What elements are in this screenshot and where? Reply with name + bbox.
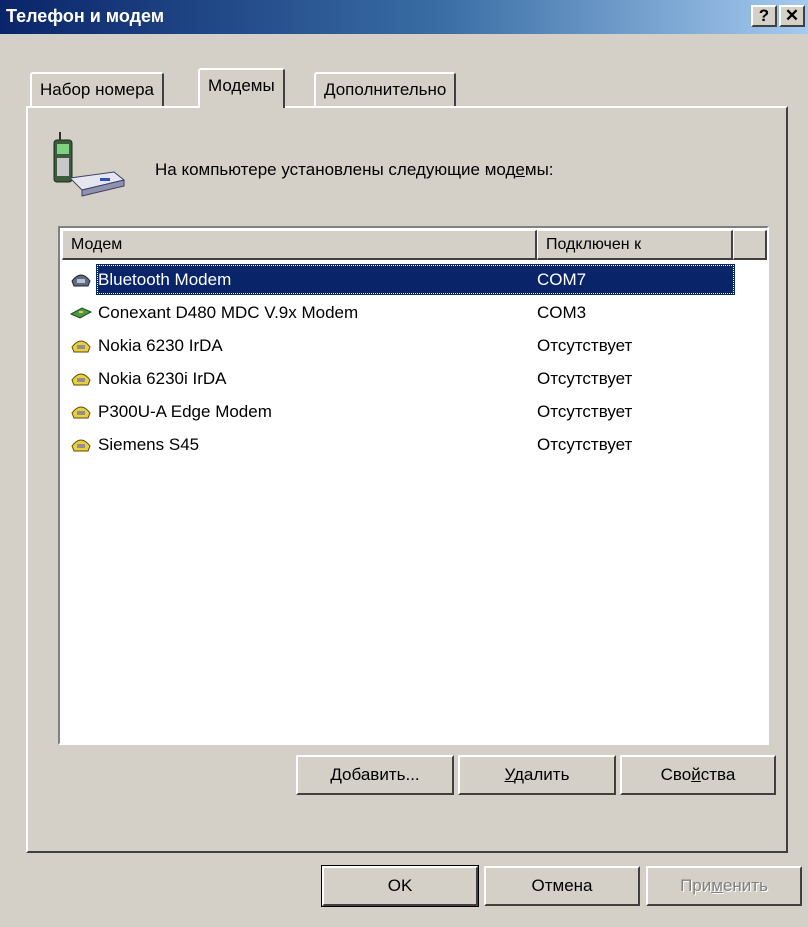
window-title: Телефон и модем	[6, 6, 165, 26]
help-button[interactable]: ?	[751, 5, 777, 27]
modem-port: Отсутствует	[537, 402, 633, 421]
modem-list[interactable]: Модем Подключен к Bluetooth Modem COM7 C…	[58, 226, 769, 745]
modems-heading: На компьютере установлены следующие моде…	[155, 160, 554, 179]
column-header-port[interactable]: Подключен к	[537, 230, 733, 260]
modem-name: P300U-A Edge Modem	[98, 402, 272, 421]
modem-phone-icon	[71, 340, 91, 353]
tab-advanced[interactable]: Дополнительно	[314, 72, 457, 106]
cancel-button[interactable]: Отмена	[484, 866, 640, 906]
apply-button[interactable]: Применить	[646, 866, 802, 906]
tab-label: Набор номера	[40, 80, 154, 99]
tab-dialing[interactable]: Набор номера	[30, 72, 164, 106]
modem-phone-icon	[71, 406, 91, 419]
table-row[interactable]: Bluetooth Modem COM7	[60, 264, 767, 297]
modem-phone-icon	[71, 274, 91, 287]
remove-button[interactable]: Удалить	[458, 755, 616, 795]
close-button[interactable]: ✕	[779, 5, 805, 27]
tab-label: Дополнительно	[324, 80, 447, 99]
modem-phone-icon	[71, 373, 91, 386]
add-button[interactable]: Добавить...	[296, 755, 454, 795]
column-header-empty	[733, 230, 767, 260]
tab-modems[interactable]: Модемы	[198, 68, 285, 108]
phone-modem-icon	[53, 132, 126, 197]
modem-name: Nokia 6230i IrDA	[98, 369, 227, 388]
modem-name: Siemens S45	[98, 435, 200, 454]
table-row[interactable]: Nokia 6230 IrDA Отсутствует	[60, 330, 767, 363]
modem-port: Отсутствует	[537, 336, 633, 355]
modem-port: COM7	[537, 270, 587, 289]
table-row[interactable]: Siemens S45 Отсутствует	[60, 429, 767, 462]
column-header-modem[interactable]: Модем	[62, 230, 537, 260]
table-row[interactable]: Nokia 6230i IrDA Отсутствует	[60, 363, 767, 396]
table-row[interactable]: P300U-A Edge Modem Отсутствует	[60, 396, 767, 429]
properties-button[interactable]: Свойства	[620, 755, 776, 795]
modem-phone-icon	[71, 439, 91, 452]
modem-name: Nokia 6230 IrDA	[98, 336, 223, 355]
title-bar[interactable]: Телефон и модем ? ✕	[0, 0, 808, 34]
modem-card-icon	[70, 307, 92, 319]
modem-port: Отсутствует	[537, 369, 633, 388]
tab-label: Модемы	[208, 76, 275, 95]
modem-port: Отсутствует	[537, 435, 633, 454]
modem-name: Conexant D480 MDC V.9x Modem	[98, 303, 359, 322]
modem-port: COM3	[537, 303, 587, 322]
ok-button[interactable]: OK	[321, 865, 479, 907]
modem-name: Bluetooth Modem	[98, 270, 232, 289]
table-row[interactable]: Conexant D480 MDC V.9x Modem COM3	[60, 297, 767, 330]
